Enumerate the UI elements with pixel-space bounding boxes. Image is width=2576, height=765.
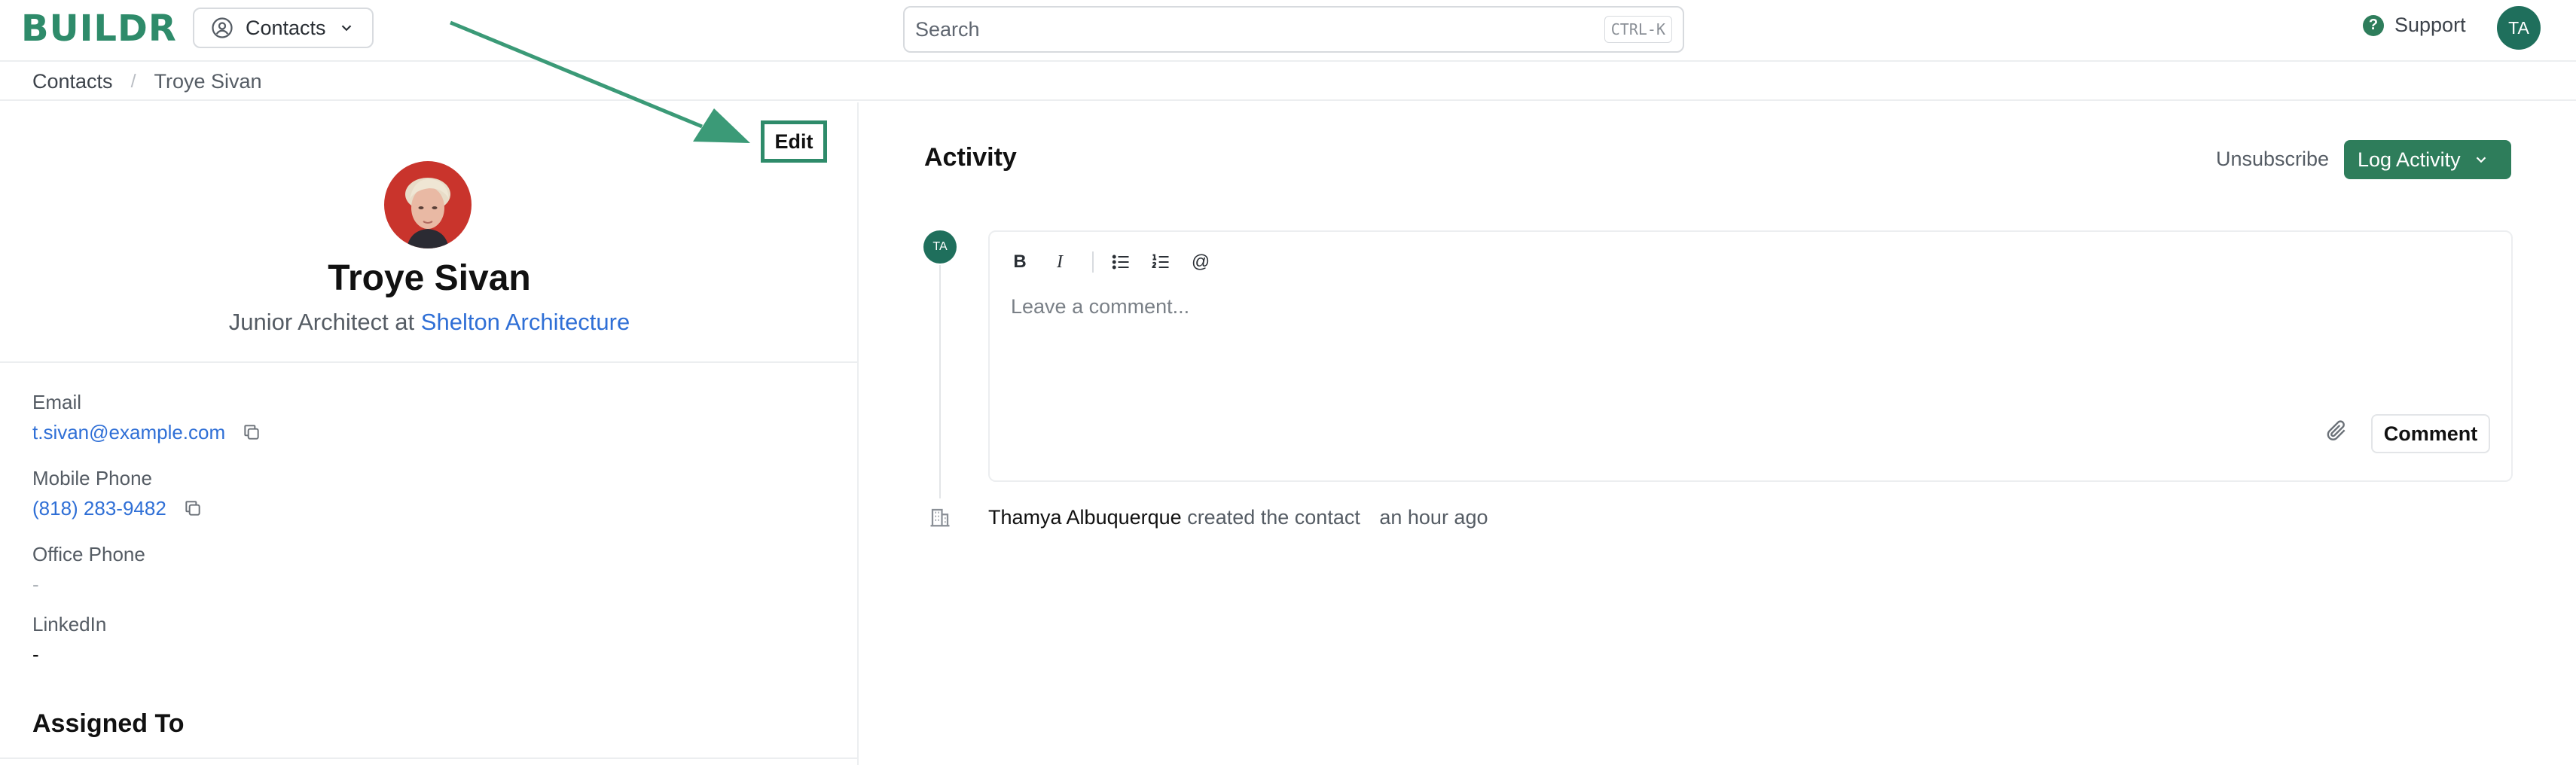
breadcrumb-current: Troye Sivan [154,69,262,93]
app-switcher-label: Contacts [246,16,326,39]
event-time: an hour ago [1379,506,1488,529]
bold-button[interactable]: B [1005,247,1035,277]
breadcrumb-separator: / [130,70,136,92]
mobile-phone-label: Mobile Phone [32,467,152,489]
linkedin-label: LinkedIn [32,613,107,635]
top-bar: BUILDR Contacts CTRL-K ? Support TA [0,0,2576,62]
unsubscribe-button[interactable]: Unsubscribe [2216,148,2329,171]
assigned-divider [0,757,857,759]
user-avatar[interactable]: TA [2497,6,2541,50]
profile-divider [0,361,857,363]
mobile-phone-link[interactable]: (818) 283-9482 [32,496,166,520]
edit-button[interactable]: Edit [761,120,827,163]
editor-toolbar: B I @ [1005,247,1225,277]
copy-icon[interactable] [183,498,203,518]
email-field: Email t.sivan@example.com [32,390,261,444]
app-switcher-button[interactable]: Contacts [193,8,374,48]
job-title: Junior Architect at [228,309,421,335]
numbered-list-button[interactable] [1146,247,1176,277]
event-action: created the contact [1187,506,1360,529]
company-link[interactable]: Shelton Architecture [421,309,630,335]
mobile-phone-field: Mobile Phone (818) 283-9482 [32,466,203,520]
copy-icon[interactable] [242,422,261,442]
support-link[interactable]: ? Support [2363,14,2466,37]
toolbar-divider [1092,251,1094,273]
paperclip-icon[interactable] [2324,419,2349,443]
comment-input[interactable]: Leave a comment... [1011,295,1189,318]
contact-circle-icon [212,17,233,38]
linkedin-value: - [32,643,39,666]
chevron-down-icon [341,25,351,32]
mention-button[interactable]: @ [1186,247,1216,277]
event-actor[interactable]: Thamya Albuquerque [988,506,1182,529]
numbered-list-icon [1152,254,1169,269]
activity-heading: Activity [924,143,1017,172]
contact-avatar-photo [384,161,472,248]
office-phone-value: - [32,573,39,596]
italic-button[interactable]: I [1045,247,1075,277]
linkedin-field: LinkedIn - [32,612,106,666]
contact-name: Troye Sivan [328,258,531,298]
log-activity-button[interactable]: Log Activity [2344,140,2511,179]
building-icon [930,508,950,527]
search-input[interactable] [915,17,1604,41]
search-shortcut-badge: CTRL-K [1604,16,1672,43]
contact-details-panel: Edit Troye Sivan Junior Architect at She… [0,102,859,765]
email-link[interactable]: t.sivan@example.com [32,420,225,444]
breadcrumb-contacts-link[interactable]: Contacts [32,70,113,93]
chevron-down-icon [2476,157,2486,163]
comment-editor: B I @ Leave a comment... Comment [988,230,2513,482]
activity-event: Thamya Albuquerque created the contact a… [988,506,1488,529]
office-phone-label: Office Phone [32,543,145,565]
office-phone-field: Office Phone - [32,542,145,596]
email-value-row: t.sivan@example.com [32,420,261,444]
bullet-list-button[interactable] [1106,247,1136,277]
email-label: Email [32,391,82,413]
assigned-to-heading: Assigned To [32,709,185,738]
support-label: Support [2394,14,2466,36]
app-logo[interactable]: BUILDR [21,8,177,50]
breadcrumb: Contacts / Troye Sivan [0,63,2576,101]
timeline-connector [939,265,941,498]
log-activity-label: Log Activity [2358,148,2461,171]
contact-job-line: Junior Architect at Shelton Architecture [0,309,859,336]
timeline-user-avatar: TA [923,230,957,264]
mobile-phone-value-row: (818) 283-9482 [32,496,203,520]
search-box[interactable]: CTRL-K [903,6,1684,53]
bullet-list-icon [1112,254,1129,270]
help-icon: ? [2363,14,2384,36]
comment-submit-button[interactable]: Comment [2371,414,2490,453]
